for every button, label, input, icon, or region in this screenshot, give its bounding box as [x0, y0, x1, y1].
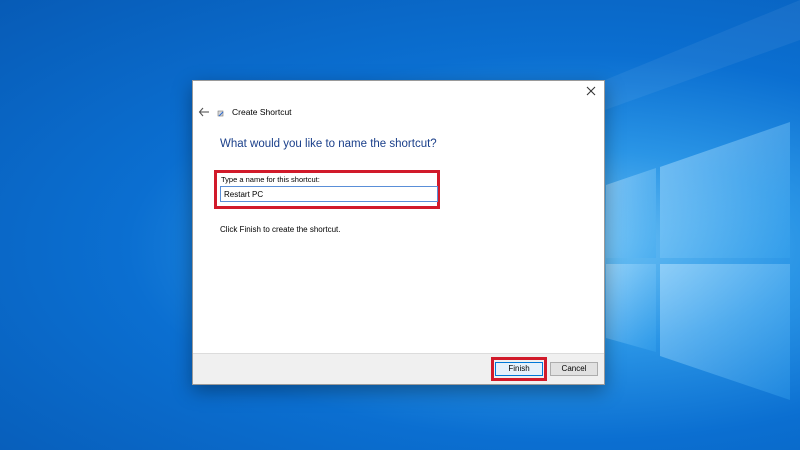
desktop-background: Create Shortcut What would you like to n…: [0, 0, 800, 450]
shortcut-name-label: Type a name for this shortcut:: [221, 175, 320, 184]
shortcut-name-input[interactable]: [220, 186, 438, 202]
dialog-title: Create Shortcut: [232, 107, 292, 117]
cancel-button[interactable]: Cancel: [550, 362, 598, 376]
finish-button[interactable]: Finish: [495, 362, 543, 376]
page-heading: What would you like to name the shortcut…: [220, 138, 437, 150]
create-shortcut-dialog: Create Shortcut What would you like to n…: [192, 80, 605, 385]
close-icon[interactable]: [584, 84, 598, 98]
back-arrow-icon[interactable]: [198, 106, 210, 118]
finish-instruction-text: Click Finish to create the shortcut.: [220, 225, 341, 234]
shortcut-wizard-icon: [217, 110, 224, 117]
